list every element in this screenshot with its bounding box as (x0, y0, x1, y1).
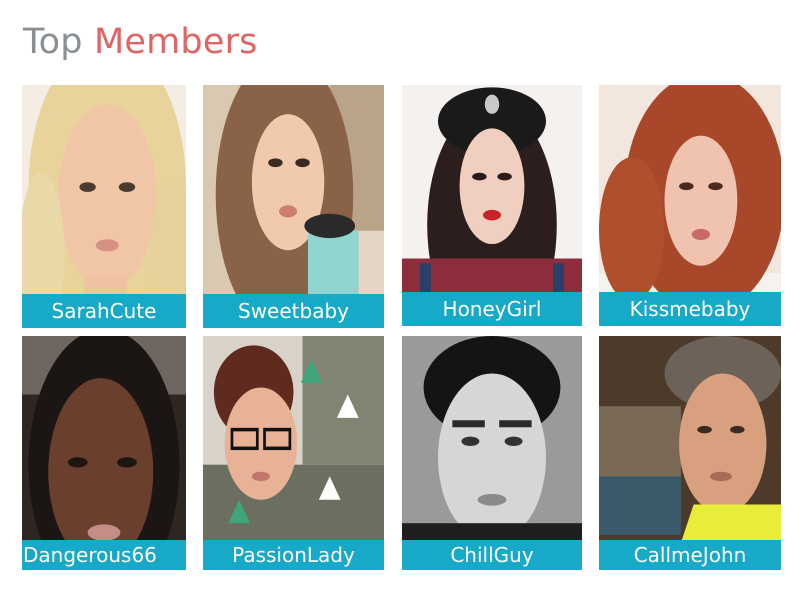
section-title: Top Members (23, 20, 258, 64)
member-card-honeygirl[interactable]: HoneyGirl (402, 85, 582, 326)
member-card-sarahcute[interactable]: SarahCute (22, 85, 186, 328)
member-name[interactable]: Dangerous66 (22, 540, 186, 570)
member-name[interactable]: ChillGuy (402, 540, 582, 570)
member-card-sweetbaby[interactable]: Sweetbaby (203, 85, 384, 328)
member-photo[interactable] (22, 85, 186, 328)
member-photo[interactable] (402, 85, 582, 326)
title-word-top: Top (23, 22, 83, 62)
member-name[interactable]: CallmeJohn (599, 540, 781, 570)
member-photo[interactable] (203, 85, 384, 328)
member-card-kissmebaby[interactable]: Kissmebaby (599, 85, 781, 326)
member-card-chillguy[interactable]: ChillGuy (402, 336, 582, 570)
member-photo[interactable] (22, 336, 186, 570)
title-word-members: Members (94, 22, 258, 62)
member-photo[interactable] (599, 85, 781, 326)
member-name[interactable]: PassionLady (203, 540, 384, 570)
member-card-callmejohn[interactable]: CallmeJohn (599, 336, 781, 570)
member-name[interactable]: Sweetbaby (203, 294, 384, 328)
member-name[interactable]: SarahCute (22, 294, 186, 328)
member-photo[interactable] (203, 336, 384, 570)
member-card-dangerous66[interactable]: Dangerous66 (22, 336, 186, 570)
member-card-passionlady[interactable]: PassionLady (203, 336, 384, 570)
member-name[interactable]: Kissmebaby (599, 292, 781, 326)
member-name[interactable]: HoneyGirl (402, 292, 582, 326)
member-photo[interactable] (402, 336, 582, 570)
member-photo[interactable] (599, 336, 781, 570)
